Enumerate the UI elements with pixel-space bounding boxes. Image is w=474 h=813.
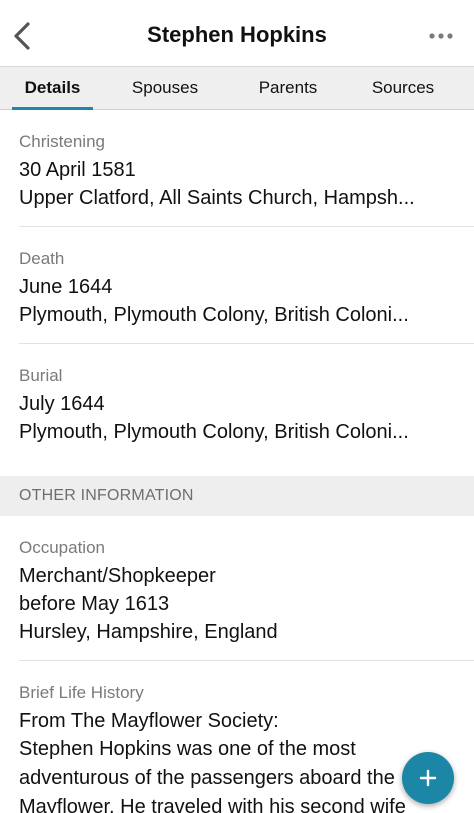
event-date: June 1644 [19, 276, 113, 298]
event-burial[interactable]: Burial July 1644 Plymouth, Plymouth Colo… [19, 344, 474, 460]
occupation-value: Merchant/Shopkeeper [19, 565, 216, 587]
event-place: Plymouth, Plymouth Colony, British Colon… [19, 421, 409, 443]
occupation-date: before May 1613 [19, 593, 170, 615]
page-title: Stephen Hopkins [147, 22, 327, 47]
event-label: Burial [19, 366, 63, 385]
more-horizontal-icon [429, 33, 453, 39]
more-options-button[interactable] [426, 24, 456, 48]
event-place: Upper Clatford, All Saints Church, Hamps… [19, 187, 415, 209]
life-history-label: Brief Life History [19, 683, 144, 702]
add-button[interactable] [402, 752, 454, 804]
chevron-left-icon [14, 22, 30, 50]
other-information-header: OTHER INFORMATION [0, 476, 474, 516]
event-place: Plymouth, Plymouth Colony, British Colon… [19, 304, 409, 326]
event-christening[interactable]: Christening 30 April 1581 Upper Clatford… [19, 110, 474, 227]
plus-icon [419, 769, 437, 787]
tab-spouses[interactable]: Spouses [111, 67, 219, 109]
tab-sources[interactable]: Sources [355, 67, 451, 109]
event-label: Christening [19, 132, 105, 151]
event-date: July 1644 [19, 393, 105, 415]
life-history-text: Stephen Hopkins was one of the most adve… [19, 738, 406, 813]
app-header: Stephen Hopkins [0, 0, 474, 66]
event-death[interactable]: Death June 1644 Plymouth, Plymouth Colon… [19, 227, 474, 344]
life-history-intro: From The Mayflower Society: [19, 710, 279, 732]
event-label: Death [19, 249, 65, 268]
back-button[interactable] [6, 16, 38, 56]
occupation-entry[interactable]: Occupation Merchant/Shopkeeper before Ma… [19, 516, 474, 661]
details-content[interactable]: Christening 30 April 1581 Upper Clatford… [0, 110, 474, 813]
occupation-place: Hursley, Hampshire, England [19, 621, 278, 643]
tab-details[interactable]: Details [12, 67, 93, 110]
event-date: 30 April 1581 [19, 159, 136, 181]
tab-bar: Details Spouses Parents Sources [0, 66, 474, 110]
tab-parents[interactable]: Parents [243, 67, 333, 109]
occupation-label: Occupation [19, 538, 105, 557]
